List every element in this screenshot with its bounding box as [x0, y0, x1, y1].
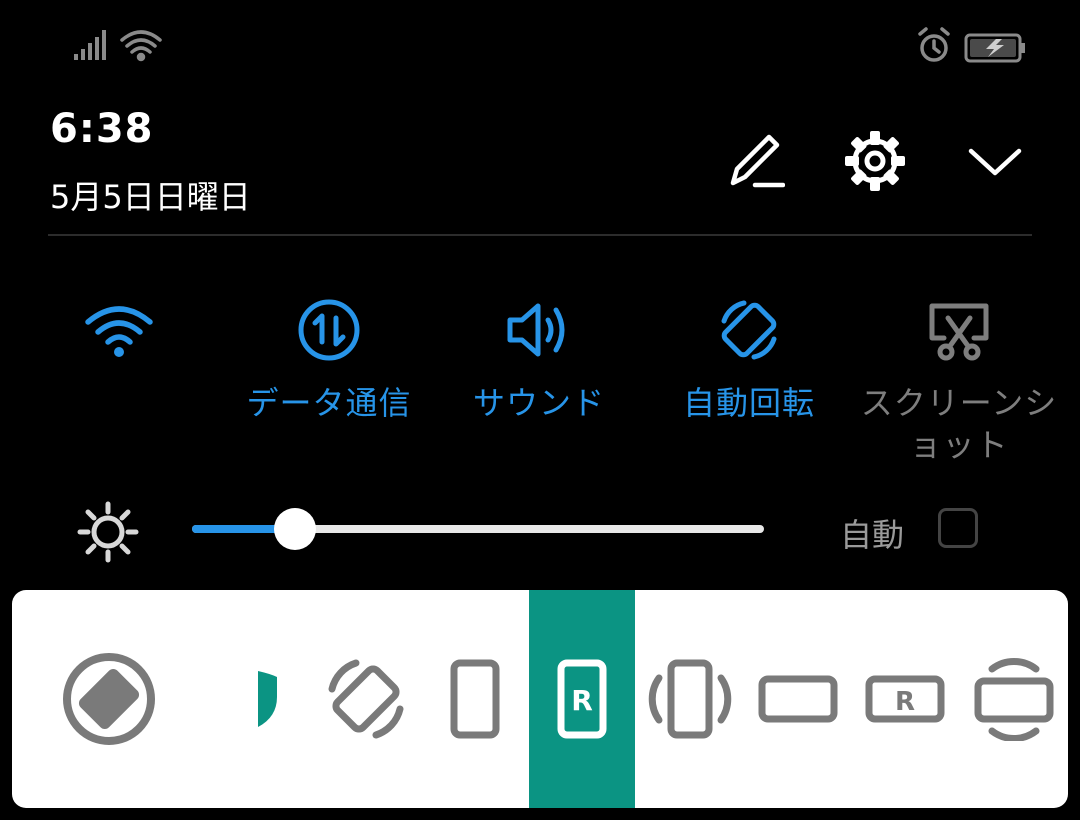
rotate-icon [328, 659, 404, 739]
portrait-rotate-icon [648, 659, 732, 739]
rotation-option-portrait-r[interactable]: R [529, 590, 635, 808]
edit-button[interactable] [720, 126, 790, 196]
rotation-option-auto[interactable] [12, 590, 205, 808]
clock-time: 6:38 [50, 106, 154, 152]
notification-shade: 6:38 5月5日日曜日 データ通信 サウンド 自動回転 スクリーンシ ョット … [0, 0, 1080, 820]
tile-auto-rotate[interactable]: 自動回転 [644, 290, 854, 424]
status-right [916, 26, 1028, 66]
portrait-r-letter: R [571, 684, 593, 717]
brightness-slider[interactable] [192, 508, 764, 550]
clock-date: 5月5日日曜日 [50, 178, 251, 216]
data-transfer-icon [298, 299, 360, 361]
tile-auto-rotate-label: 自動回転 [682, 384, 815, 422]
brightness-slider-thumb[interactable] [274, 508, 316, 550]
shield-icon [229, 663, 287, 737]
tile-sound[interactable]: サウンド [434, 290, 644, 424]
auto-rotate-circle-icon [62, 653, 155, 745]
landscape-r-letter: R [895, 687, 915, 717]
bottom-strip [0, 810, 1080, 820]
tile-screenshot-label: スクリーンシ ョット [860, 384, 1058, 464]
auto-brightness-label: 自動 [840, 516, 905, 554]
rotation-option-landscape-r[interactable]: R [851, 590, 959, 808]
edit-icon [730, 134, 785, 188]
rotation-option-landscape[interactable] [745, 590, 851, 808]
settings-icon [845, 131, 905, 191]
collapse-button[interactable] [960, 126, 1030, 196]
alarm-icon [918, 27, 950, 62]
landscape-rotate-icon [974, 658, 1053, 741]
wifi-icon [85, 306, 153, 357]
status-bar [0, 0, 1080, 90]
signal-icon [74, 30, 106, 60]
tile-data[interactable]: データ通信 [224, 290, 434, 424]
settings-button[interactable] [840, 126, 910, 196]
landscape-r-icon: R [865, 675, 945, 723]
portrait-icon [450, 659, 500, 739]
auto-rotate-icon [721, 300, 777, 360]
brightness-icon [77, 501, 139, 563]
chevron-down-icon [968, 148, 1022, 176]
rotation-option-portrait[interactable] [421, 590, 529, 808]
tile-screenshot[interactable]: スクリーンシ ョット [854, 290, 1064, 466]
status-left [74, 26, 164, 64]
tile-wifi[interactable] [14, 290, 224, 382]
wifi-icon [120, 30, 162, 62]
auto-brightness-checkbox[interactable] [938, 508, 978, 548]
rotation-option-rotate[interactable] [311, 590, 421, 808]
portrait-r-icon: R [557, 659, 607, 739]
battery-charging-icon [964, 33, 1025, 63]
header-divider [48, 234, 1032, 236]
sound-icon [507, 303, 565, 357]
rotation-option-portrait-rotate[interactable] [635, 590, 745, 808]
rotation-option-shield[interactable] [205, 590, 311, 808]
screenshot-icon [929, 303, 989, 361]
tile-data-label: データ通信 [246, 384, 412, 422]
tile-sound-label: サウンド [472, 384, 605, 422]
landscape-icon [758, 675, 838, 723]
rotation-picker: R R [12, 590, 1068, 808]
rotation-option-landscape-rotate[interactable] [959, 590, 1068, 808]
